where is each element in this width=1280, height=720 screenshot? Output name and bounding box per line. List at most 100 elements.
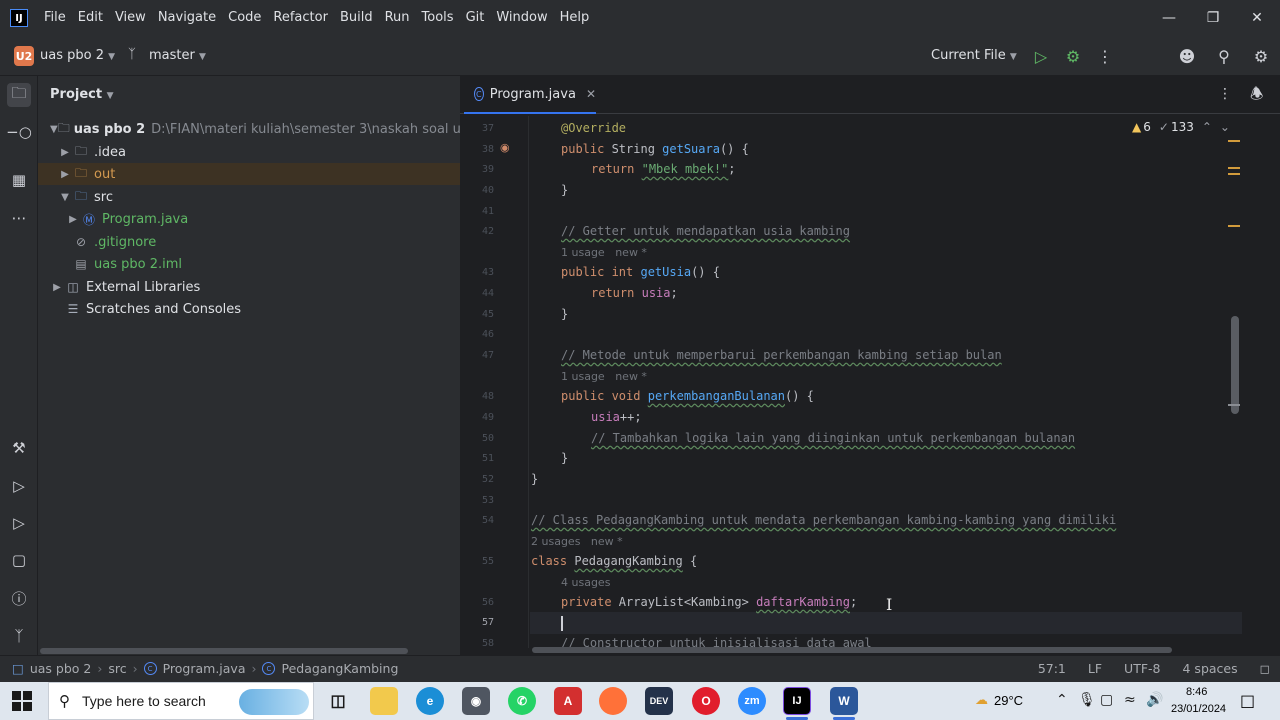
intellij-idea-icon[interactable]: IJ [783, 687, 811, 715]
taskbar-search-input[interactable]: ⚲ Type here to search [48, 682, 314, 720]
usage-hint[interactable]: 1 usage new * [561, 370, 647, 383]
project-selector[interactable]: uas pbo 2 ▼ [40, 48, 115, 63]
opera-icon[interactable]: O [692, 687, 720, 715]
menu-view[interactable]: View [109, 0, 152, 36]
chevron-down-icon[interactable]: ⌄ [1220, 120, 1230, 134]
menu-code[interactable]: Code [222, 0, 267, 36]
file-encoding[interactable]: UTF-8 [1124, 661, 1160, 676]
intellij-logo-icon[interactable]: IJ [10, 9, 28, 27]
code-line-48[interactable]: public void perkembanganBulanan() { [561, 389, 814, 403]
menu-window[interactable]: Window [490, 0, 553, 36]
usage-hint[interactable]: 4 usages [561, 576, 610, 589]
code-line-54[interactable]: // Class PedagangKambing untuk mendata p… [531, 513, 1116, 527]
more-actions-icon[interactable]: ⋮ [1093, 44, 1117, 68]
commit-icon[interactable]: −○ [6, 120, 32, 144]
word-icon[interactable]: W [830, 687, 858, 715]
build-hammer-icon[interactable]: ⚒ [7, 436, 31, 460]
chevron-right-icon[interactable]: ▶ [58, 169, 72, 180]
code-line-39[interactable]: return "Mbek mbek!"; [591, 162, 736, 176]
code-line-42[interactable]: // Getter untuk mendapatkan usia kambing [561, 224, 850, 238]
chevron-down-icon[interactable]: ▼ [50, 124, 58, 135]
usage-hint[interactable]: 2 usages new * [531, 535, 623, 548]
code-line-58[interactable]: // Constructor untuk inisialisasi data a… [561, 636, 872, 647]
tab-options-icon[interactable]: ⋮ [1218, 86, 1232, 102]
menu-navigate[interactable]: Navigate [152, 0, 222, 36]
line-separator[interactable]: LF [1088, 661, 1102, 676]
search-icon[interactable]: ⚲ [1212, 44, 1236, 68]
code-line-55[interactable]: class PedagangKambing { [531, 554, 697, 568]
menu-build[interactable]: Build [334, 0, 379, 36]
weather-widget[interactable]: ☁ 29°C [975, 692, 1023, 708]
show-hidden-icons-icon[interactable]: ⌃ [1056, 692, 1068, 708]
breadcrumb-item[interactable]: PedagangKambing [281, 661, 398, 676]
warning-stripe-marker[interactable] [1228, 140, 1240, 142]
tree-row-external-libraries[interactable]: ▶ ◫ External Libraries [38, 276, 460, 298]
close-tab-icon[interactable]: ✕ [586, 87, 596, 101]
close-window-icon[interactable]: ✕ [1234, 0, 1280, 36]
editor-vertical-scrollbar[interactable] [1231, 316, 1239, 414]
microphone-icon[interactable]: 🎙 [1078, 692, 1096, 708]
minimize-icon[interactable]: — [1146, 0, 1192, 36]
file-explorer-icon[interactable] [370, 687, 398, 715]
tree-row-out[interactable]: ▶ 🗀 out [38, 163, 460, 185]
breadcrumb-item[interactable]: uas pbo 2 [30, 661, 92, 676]
code-line-50[interactable]: // Tambahkan logika lain yang diinginkan… [591, 431, 1075, 445]
edge-browser-icon[interactable]: e [416, 687, 444, 715]
meet-now-icon[interactable]: ▢ [1100, 692, 1113, 708]
chevron-up-icon[interactable]: ⌃ [1202, 120, 1212, 134]
run-config-selector[interactable]: Current File ▼ [931, 48, 1017, 63]
volume-icon[interactable]: 🔊 [1146, 692, 1163, 708]
code-line-51[interactable]: } [561, 451, 568, 465]
debug-icon[interactable]: ⚙ [1061, 44, 1085, 68]
menu-run[interactable]: Run [379, 0, 416, 36]
code-line-49[interactable]: usia++; [591, 410, 642, 424]
run-icon[interactable]: ▷ [1029, 44, 1053, 68]
menu-git[interactable]: Git [460, 0, 491, 36]
usage-hint[interactable]: 1 usage new * [561, 246, 647, 259]
wifi-icon[interactable]: ≈ [1124, 692, 1136, 708]
code-line-52[interactable]: } [531, 472, 538, 486]
chevron-right-icon[interactable]: ▶ [50, 282, 64, 293]
notifications-bell-icon[interactable]: 🕭 [1250, 84, 1263, 109]
action-center-icon[interactable]: □ [1240, 691, 1255, 710]
maximize-icon[interactable]: ❐ [1190, 0, 1236, 36]
whatsapp-icon[interactable]: ✆ [508, 687, 536, 715]
inspection-widget[interactable]: ▲ 6 ✓ 133 ⌃ ⌄ [1132, 120, 1230, 134]
clock-date[interactable]: 23/01/2024 [1171, 703, 1226, 715]
dev-app-icon[interactable]: DEV [645, 687, 673, 715]
chevron-down-icon[interactable]: ▼ [58, 192, 72, 203]
terminal-icon[interactable]: ▢ [7, 548, 31, 572]
panel-horizontal-scrollbar[interactable] [40, 648, 408, 654]
branch-selector[interactable]: master ▼ [149, 48, 206, 63]
code-line-40[interactable]: } [561, 183, 568, 197]
code-line-44[interactable]: return usia; [591, 286, 678, 300]
indent-setting[interactable]: 4 spaces [1183, 661, 1238, 676]
problems-icon[interactable]: ⓘ [7, 586, 31, 610]
structure-icon[interactable]: ▦ [7, 168, 31, 192]
windows-start-icon[interactable] [12, 691, 32, 711]
warning-stripe-marker[interactable] [1228, 167, 1240, 169]
menu-edit[interactable]: Edit [72, 0, 109, 36]
project-folder-icon[interactable]: 🗀 [7, 83, 31, 107]
code-line-43[interactable]: public int getUsia() { [561, 265, 720, 279]
code-line-56[interactable]: private ArrayList<Kambing> daftarKambing… [561, 595, 857, 609]
tree-row-root[interactable]: ▼ 🗀 uas pbo 2 D:\FIAN\materi kuliah\seme… [38, 118, 460, 140]
code-line-38[interactable]: public String getSuara() { [561, 142, 749, 156]
git-icon[interactable]: ᛉ [7, 624, 31, 648]
settings-gear-icon[interactable]: ⚙ [1249, 44, 1273, 68]
tree-row-gitignore[interactable]: ⊘ .gitignore [38, 231, 460, 253]
camera-icon[interactable]: ◉ [462, 687, 490, 715]
code-line-45[interactable]: } [561, 307, 568, 321]
run-tool-icon[interactable]: ▷ [7, 511, 31, 535]
warning-stripe-marker[interactable] [1228, 173, 1240, 175]
breadcrumb-item[interactable]: Program.java [163, 661, 246, 676]
firefox-icon[interactable] [599, 687, 627, 715]
task-view-icon[interactable]: ◫ [324, 687, 352, 715]
tree-row-scratches[interactable]: ☰ Scratches and Consoles [38, 298, 460, 320]
more-tools-icon[interactable]: ⋯ [7, 206, 31, 230]
menu-help[interactable]: Help [554, 0, 596, 36]
add-user-icon[interactable]: ☻ [1175, 44, 1199, 68]
caret-position[interactable]: 57:1 [1038, 661, 1066, 676]
services-icon[interactable]: ▷ [7, 474, 31, 498]
tree-row-idea[interactable]: ▶ 🗀 .idea [38, 141, 460, 163]
